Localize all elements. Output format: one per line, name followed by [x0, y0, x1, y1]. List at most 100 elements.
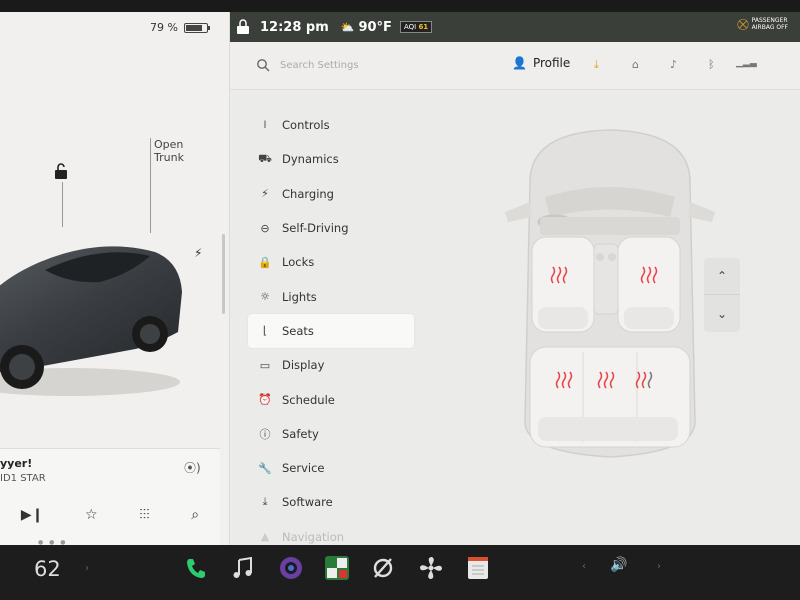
menu-item-safety[interactable]: ⓘ Safety: [248, 417, 414, 451]
aqi-value: 61: [418, 23, 429, 31]
wrench-icon: 🔧: [258, 461, 272, 475]
no-signal-icon[interactable]: [370, 555, 396, 581]
menu-item-label: Locks: [282, 255, 315, 270]
settings-menu: ⏽ Controls ⛟ Dynamics ⚡ Charging ⊖ Self-Driv…: [248, 108, 414, 545]
settings-header: 👤 Profile ⤓ ⌂ ♪ ᛒ ▁▂▃: [230, 42, 800, 90]
volume-down-arrow-icon[interactable]: ‹: [582, 561, 586, 572]
menu-item-dynamics[interactable]: ⛟ Dynamics: [248, 142, 414, 176]
clock: 12:28 pm: [260, 19, 329, 35]
bell-icon[interactable]: ♪: [670, 58, 677, 71]
notepad-icon[interactable]: [465, 555, 491, 581]
seat-scroll-control: ⌃ ⌄: [704, 258, 740, 332]
menu-item-controls[interactable]: ⏽ Controls: [248, 108, 414, 142]
fan-icon[interactable]: [418, 555, 444, 581]
trunk-leader-line: [150, 138, 151, 233]
lte-signal-icon: ▁▂▃: [736, 58, 757, 68]
cabin-seat-diagram: [505, 129, 715, 458]
search-icon: [257, 59, 270, 72]
menu-item-label: Safety: [282, 426, 319, 441]
car-visualization-panel: 79 % Open Trunk ⚡ yyer! ID1 STAR ⦿) ▶❙ ☆…: [0, 12, 230, 545]
menu-item-label: Software: [282, 495, 333, 510]
menu-item-label: Charging: [282, 186, 334, 201]
menu-item-charging[interactable]: ⚡ Charging: [248, 177, 414, 211]
menu-item-software[interactable]: ⤓ Software: [248, 485, 414, 519]
person-icon: 👤: [512, 56, 527, 70]
unlock-icon[interactable]: [53, 162, 69, 180]
menu-item-label: Lights: [282, 289, 317, 304]
cabin-temperature[interactable]: 62: [34, 557, 61, 581]
navigation-icon: ▲: [260, 530, 270, 544]
alert-circle-icon: ⓘ: [259, 427, 271, 441]
phone-icon[interactable]: [183, 555, 209, 581]
aqi-badge: AQI 61: [399, 21, 433, 33]
menu-item-label: Display: [282, 358, 325, 373]
menu-item-label: Controls: [282, 118, 330, 133]
menu-item-service[interactable]: 🔧 Service: [248, 451, 414, 485]
menu-item-self-driving[interactable]: ⊖ Self-Driving: [248, 211, 414, 245]
battery-indicator: 79 %: [150, 21, 210, 34]
media-track-title: yyer!: [0, 457, 33, 470]
bluetooth-icon[interactable]: ᛒ: [708, 58, 715, 71]
steering-wheel-icon: ⊖: [260, 221, 270, 235]
media-player-card[interactable]: yyer! ID1 STAR ⦿) ▶❙ ☆ ⫶⫶⫶ ⌕ ● ● ●: [0, 448, 220, 545]
seat-driver[interactable]: [531, 236, 595, 333]
car-icon: ⛟: [258, 151, 272, 165]
aqi-label: AQI: [403, 23, 417, 31]
media-station-name: ID1 STAR: [0, 473, 46, 484]
toggle-icon: ⏽: [260, 118, 270, 132]
media-controls: ▶❙ ☆ ⫶⫶⫶ ⌕: [0, 507, 220, 523]
frunk-leader-line: [62, 182, 63, 227]
garage-icon[interactable]: ⌂: [632, 58, 639, 71]
menu-item-seats[interactable]: ⌊ Seats: [248, 313, 414, 349]
car-model-image: [0, 246, 182, 396]
play-pause-icon[interactable]: ▶❙: [21, 507, 44, 523]
lock-icon[interactable]: [236, 19, 250, 35]
passenger-airbag-indicator: ⛒ PASSENGER AIRBAG OFF: [737, 17, 788, 31]
menu-item-label: Service: [282, 461, 325, 476]
chevron-up-icon[interactable]: ⌃: [704, 258, 740, 295]
battery-percent: 79 %: [150, 21, 178, 34]
search-settings-input[interactable]: [280, 56, 480, 74]
favorite-star-icon[interactable]: ☆: [85, 507, 98, 523]
menu-item-label: Schedule: [282, 392, 335, 407]
alarm-clock-icon: ⏰: [258, 393, 272, 407]
menu-item-navigation[interactable]: ▲ Navigation: [248, 520, 414, 545]
airbag-icon: ⛒: [737, 17, 749, 31]
car-panel-scrollbar[interactable]: [222, 234, 225, 314]
sun-icon: ☼: [260, 290, 270, 304]
rear-bench[interactable]: [529, 346, 691, 448]
menu-item-label: Navigation: [282, 529, 345, 544]
bottom-dock: 62 › ‹ 🔊 ›: [0, 545, 800, 600]
airbag-line2: AIRBAG OFF: [751, 24, 788, 31]
toybox-app-icon[interactable]: [324, 555, 350, 581]
equalizer-icon[interactable]: ⫶⫶⫶: [139, 507, 150, 523]
radio-source-icon[interactable]: ⦿): [184, 459, 201, 476]
seat-passenger[interactable]: [617, 236, 681, 333]
menu-item-label: Self-Driving: [282, 221, 349, 236]
download-icon[interactable]: ⤓: [594, 58, 599, 72]
display-icon: ▭: [259, 358, 271, 372]
download-icon: ⤓: [262, 495, 268, 509]
airbag-line1: PASSENGER: [751, 17, 788, 24]
open-trunk-button[interactable]: Open Trunk: [154, 138, 184, 164]
media-search-icon[interactable]: ⌕: [191, 507, 199, 523]
status-bar: 12:28 pm ⛅ 90°F AQI 61 ⛒ PASSENGER AIRBA…: [230, 12, 800, 42]
menu-item-schedule[interactable]: ⏰ Schedule: [248, 382, 414, 416]
menu-item-display[interactable]: ▭ Display: [248, 348, 414, 382]
touchscreen: 79 % Open Trunk ⚡ yyer! ID1 STAR ⦿) ▶❙ ☆…: [0, 12, 800, 545]
volume-icon[interactable]: 🔊: [610, 557, 627, 573]
lock-icon: 🔒: [258, 255, 272, 269]
menu-item-lights[interactable]: ☼ Lights: [248, 279, 414, 313]
profile-button[interactable]: 👤 Profile: [512, 56, 570, 70]
menu-item-locks[interactable]: 🔒 Locks: [248, 245, 414, 279]
temperature-arrow-icon[interactable]: ›: [85, 563, 89, 574]
menu-item-label: Dynamics: [282, 152, 339, 167]
menu-item-label: Seats: [282, 323, 314, 338]
seat-icon: ⌊: [262, 324, 268, 338]
charge-port-icon[interactable]: ⚡: [194, 246, 202, 260]
camera-app-icon[interactable]: [278, 555, 304, 581]
volume-up-arrow-icon[interactable]: ›: [657, 561, 661, 572]
chevron-down-icon[interactable]: ⌄: [704, 295, 740, 332]
battery-icon: [183, 22, 210, 33]
music-icon[interactable]: [230, 555, 256, 581]
